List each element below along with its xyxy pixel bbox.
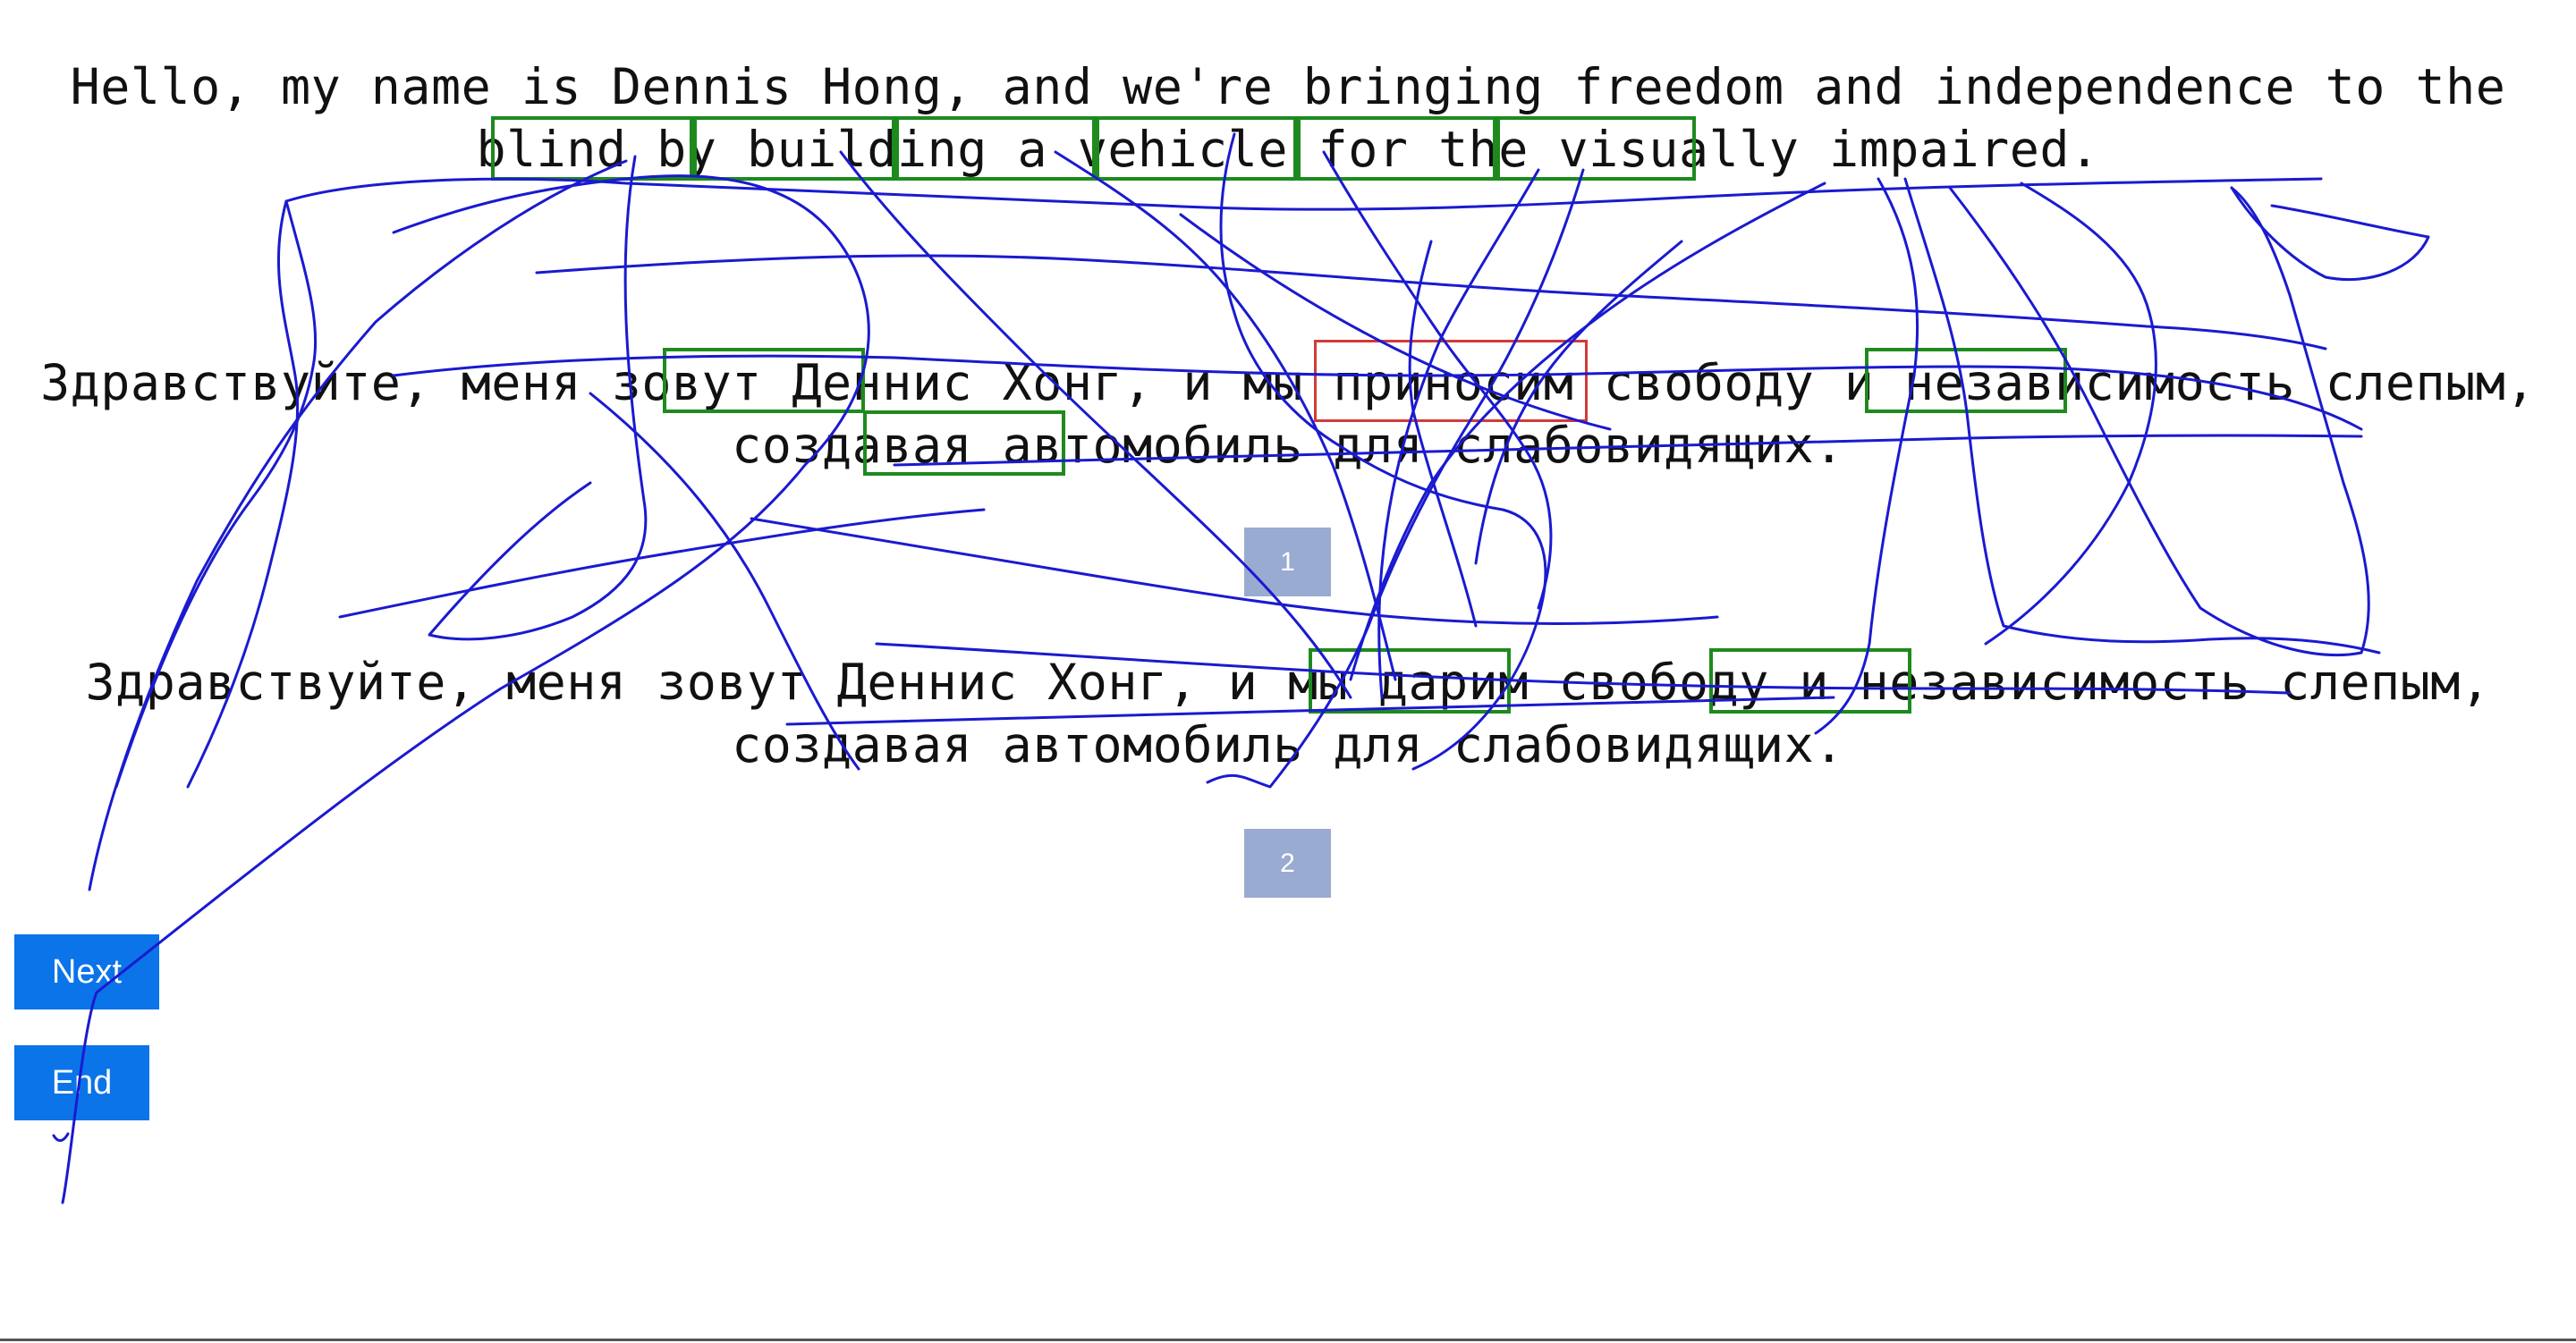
translation-2-line-2: создавая автомобиль для слабовидящих. [732, 716, 1844, 773]
bottom-divider [0, 1339, 2576, 1341]
source-highlight-ding-a [895, 116, 1096, 181]
source-highlight-for-the [1297, 116, 1496, 181]
scribble-stroke [338, 508, 986, 619]
translation-2-highlight-darim [1309, 648, 1511, 714]
scribble-stroke [88, 159, 628, 891]
translation-2-number-badge: 2 [1244, 829, 1331, 898]
end-button[interactable]: End [14, 1045, 149, 1120]
source-highlight-visually [1496, 116, 1696, 181]
scribble-stroke [2230, 186, 2430, 282]
source-line-1: Hello, my name is Dennis Hong, and we're… [70, 58, 2506, 115]
scribble-stroke [535, 254, 2327, 351]
translation-1-number-badge: 1 [1244, 528, 1331, 596]
scribble-stroke [750, 517, 1719, 625]
translation-2-highlight-i-nezavisimost [1709, 648, 1911, 714]
scribble-stroke [284, 177, 2323, 211]
translation-1-line-2: создавая автомобиль для слабовидящих. [732, 417, 1844, 474]
annotation-canvas[interactable]: Hello, my name is Dennis Hong, and we're… [0, 0, 2576, 1343]
next-button[interactable]: Next [14, 934, 159, 1009]
source-highlight-vehicle [1096, 116, 1297, 181]
source-highlight-building [693, 116, 895, 181]
translation-1-highlight-zovut [663, 348, 865, 413]
translation-1-highlight-prinosim [1314, 340, 1588, 422]
translation-1-line-1: Здравствуйте, меня зовут Деннис Хонг, и … [40, 354, 2536, 411]
translation-1-highlight-sozdavaya [863, 410, 1065, 476]
scribble-stroke [52, 1132, 70, 1143]
translation-1-highlight-nezavisimost [1865, 348, 2067, 413]
source-highlight-blind-by [491, 116, 693, 181]
translation-2-line-1: Здравствуйте, меня зовут Деннис Хонг, и … [85, 654, 2491, 711]
